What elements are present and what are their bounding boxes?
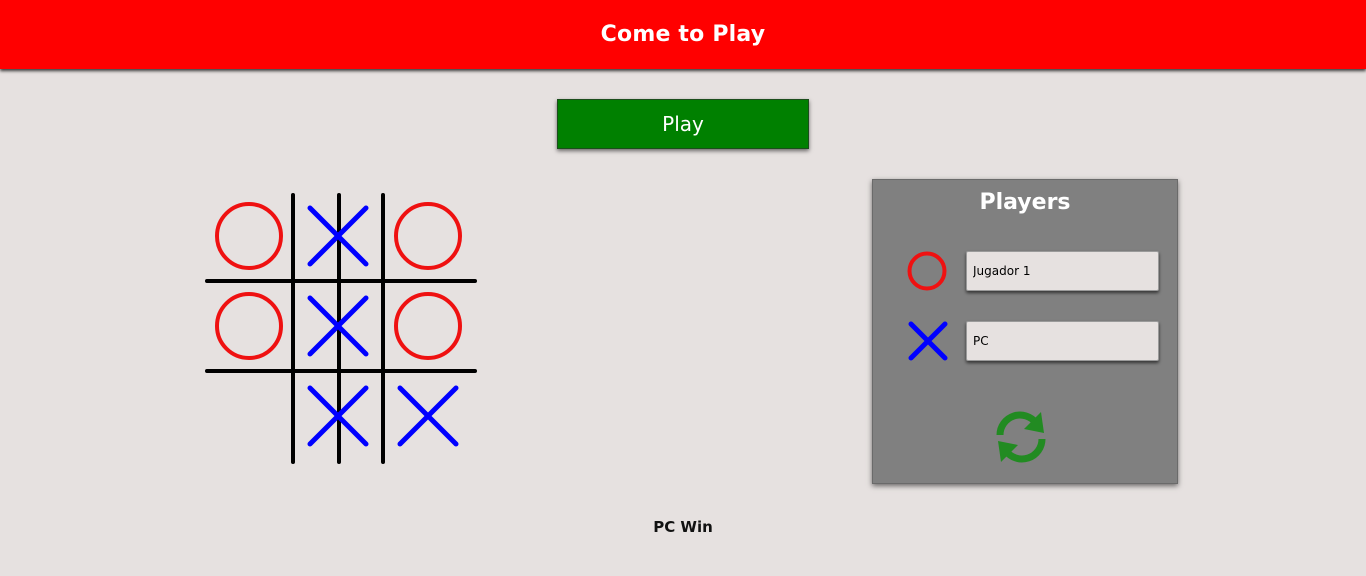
play-button[interactable]: Play xyxy=(557,99,809,149)
player-one-name-input[interactable] xyxy=(966,251,1159,291)
game-board xyxy=(200,188,485,470)
board-grid xyxy=(205,193,477,464)
o-mark-icon xyxy=(907,251,947,291)
players-panel: Players xyxy=(872,179,1178,484)
board-cell-0-1[interactable] xyxy=(298,196,378,276)
refresh-icon[interactable] xyxy=(992,409,1050,465)
board-cell-1-2[interactable] xyxy=(388,286,468,366)
board-cell-1-0[interactable] xyxy=(209,286,289,366)
app-title: Come to Play xyxy=(600,22,766,47)
board-cell-0-2[interactable] xyxy=(388,196,468,276)
x-mark-icon xyxy=(908,321,948,361)
app-header: Come to Play xyxy=(0,0,1366,69)
board-cell-2-2[interactable] xyxy=(388,376,468,456)
board-cell-1-1[interactable] xyxy=(298,286,378,366)
game-result: PC Win xyxy=(653,518,713,536)
board-cell-0-0[interactable] xyxy=(209,196,289,276)
board-cell-2-1[interactable] xyxy=(298,376,378,456)
players-title: Players xyxy=(979,190,1071,215)
board-cell-2-0[interactable] xyxy=(209,376,289,456)
player-two-name-input[interactable] xyxy=(966,321,1159,361)
